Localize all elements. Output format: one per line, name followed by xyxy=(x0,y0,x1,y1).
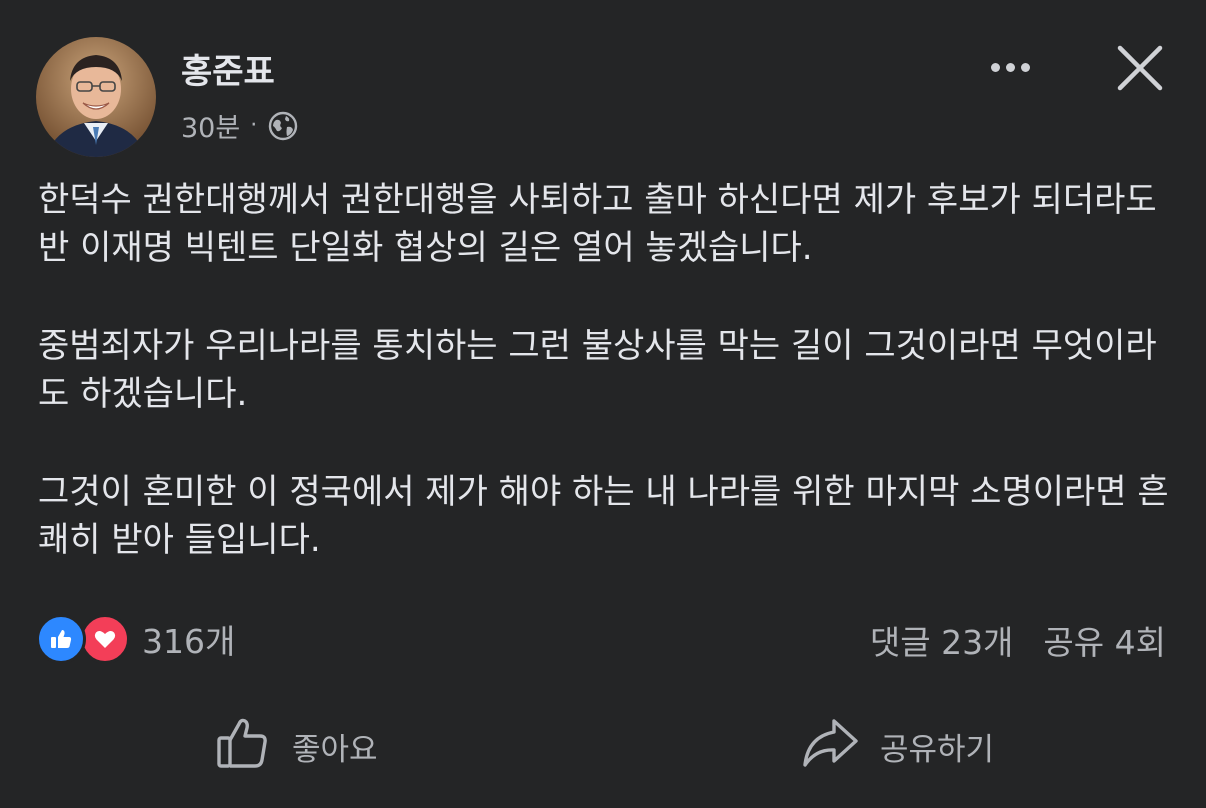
reaction-summary[interactable]: 316개 xyxy=(36,614,235,664)
post-meta: 30분 · xyxy=(181,106,299,145)
like-button-label: 좋아요 xyxy=(292,731,378,768)
more-dot xyxy=(990,62,1000,72)
like-button[interactable]: 좋아요 xyxy=(214,706,378,786)
more-dot xyxy=(1005,62,1015,72)
post-paragraph: 한덕수 권한대행께서 권한대행을 사퇴하고 출마 하신다면 제가 후보가 되더라… xyxy=(38,180,1157,268)
comment-count[interactable]: 댓글 23개 xyxy=(870,616,1014,664)
close-icon[interactable] xyxy=(1112,40,1168,96)
avatar-image xyxy=(36,37,156,157)
post-paragraph: 중범죄자가 우리나라를 통치하는 그런 불상사를 막는 길이 그것이라면 무엇이… xyxy=(38,326,1157,414)
like-reaction-icon xyxy=(36,614,86,664)
more-dot xyxy=(1020,62,1030,72)
action-bar: 좋아요 공유하기 xyxy=(0,706,1206,786)
share-button-label: 공유하기 xyxy=(880,731,995,768)
post-time[interactable]: 30분 xyxy=(181,106,240,145)
share-button[interactable]: 공유하기 xyxy=(800,706,994,786)
thumbs-up-icon xyxy=(214,713,272,779)
share-count[interactable]: 공유 4회 xyxy=(1043,616,1166,664)
author-name[interactable]: 홍준표 xyxy=(181,44,275,93)
reaction-count: 316개 xyxy=(142,622,236,661)
post-paragraph: 그것이 혼미한 이 정국에서 제가 해야 하는 내 나라를 위한 마지막 소명이… xyxy=(38,472,1169,560)
share-arrow-icon xyxy=(800,713,860,779)
engagement-stats: 댓글 23개 공유 4회 xyxy=(870,616,1166,664)
post-card: 홍준표 30분 · 한덕수 권한대행께서 권한대행을 사퇴하고 출마 하신다면 … xyxy=(0,0,1206,808)
love-reaction-icon xyxy=(80,614,130,664)
globe-icon xyxy=(267,110,299,142)
avatar[interactable] xyxy=(36,37,156,157)
post-body: 한덕수 권한대행께서 권한대행을 사퇴하고 출마 하신다면 제가 후보가 되더라… xyxy=(38,176,1178,564)
meta-separator: · xyxy=(250,113,258,138)
more-options-icon[interactable] xyxy=(980,50,1040,84)
